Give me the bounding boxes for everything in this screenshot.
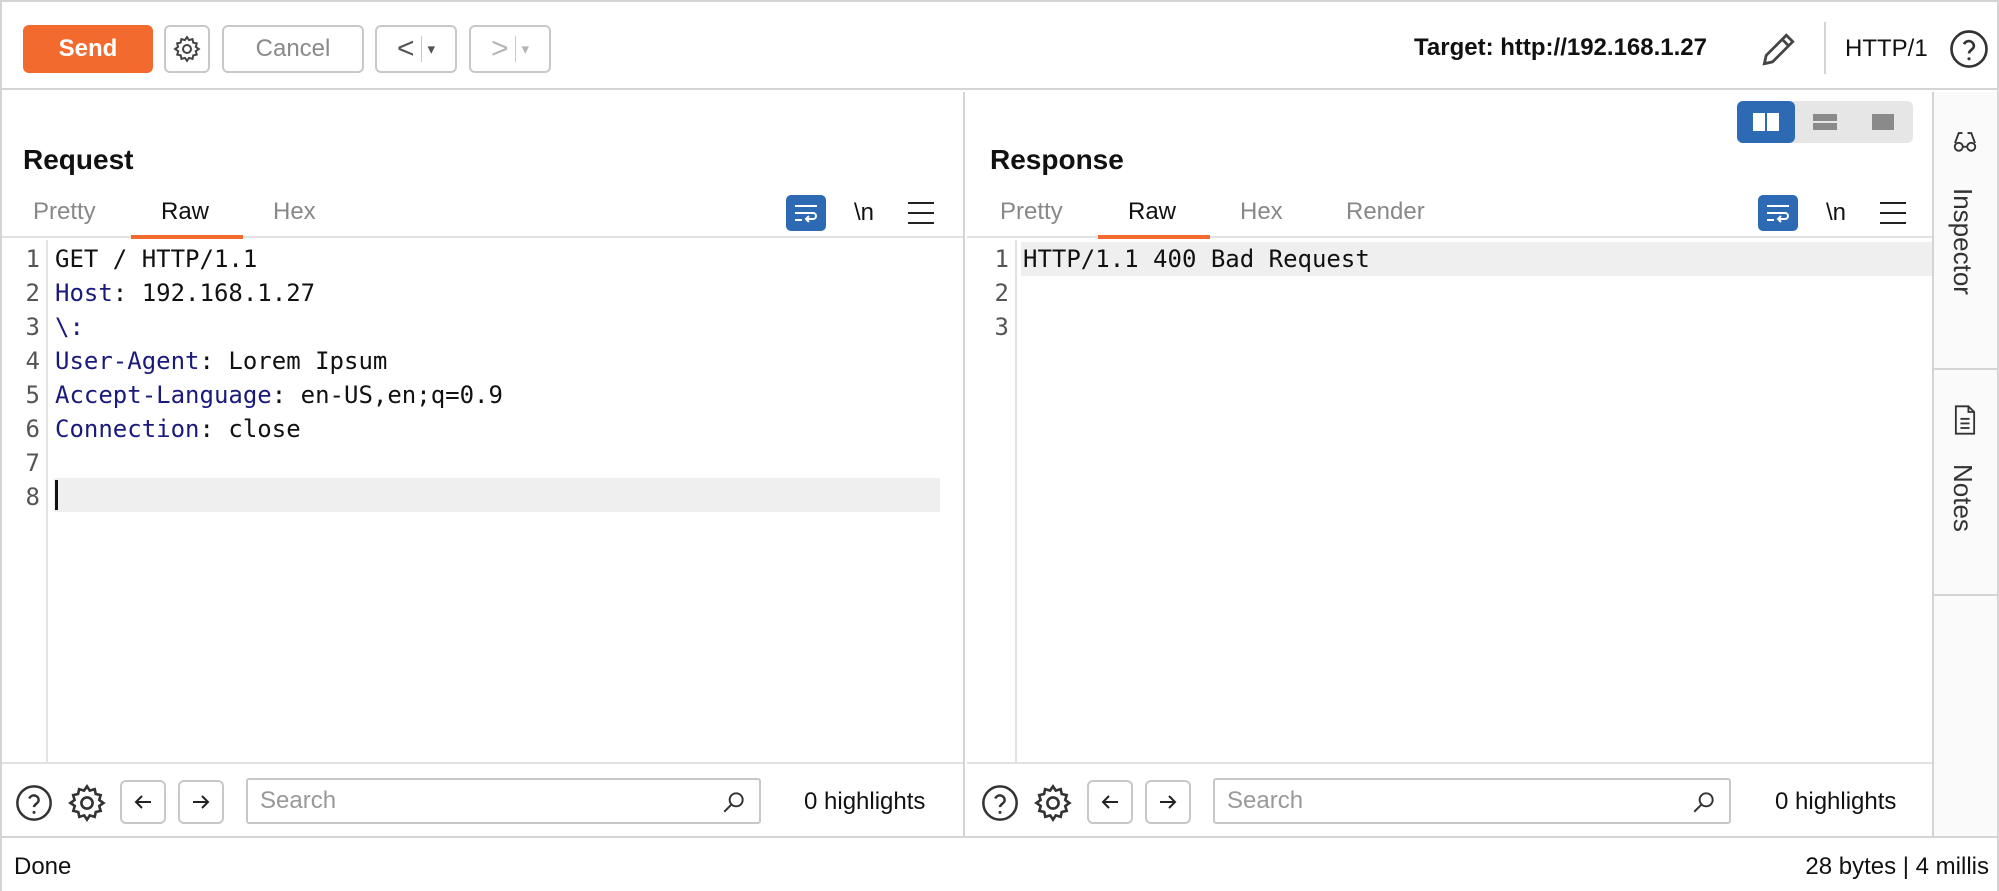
code-line: 1 HTTP/1.1 400 Bad Request	[994, 245, 1370, 273]
code-line: 5 Accept-Language: en-US,en;q=0.9	[25, 381, 503, 409]
status-text: Done	[14, 853, 72, 880]
code-line: 3 \:	[25, 313, 84, 341]
request-panel: Request Pretty Raw Hex \n 1 GET / HTTP/1.…	[2, 92, 965, 836]
single-pane-icon	[1872, 114, 1894, 130]
single-pane-button[interactable]	[1854, 101, 1912, 143]
tab-pretty[interactable]: Pretty	[1000, 198, 1063, 226]
divider	[514, 36, 516, 62]
request-editor[interactable]: 1 GET / HTTP/1.1 2 Host: 192.168.1.27 3 \: …	[2, 240, 963, 762]
editor-tools: \n	[1758, 192, 1907, 234]
response-editor[interactable]: 1 HTTP/1.1 400 Bad Request 2 3	[967, 240, 1965, 762]
columns-icon	[1753, 113, 1779, 131]
settings-button[interactable]	[164, 25, 210, 73]
response-title: Response	[990, 144, 1124, 175]
gear-icon[interactable]	[1032, 782, 1074, 824]
search-icon	[723, 792, 744, 813]
search-input[interactable]	[1227, 786, 1639, 816]
help-icon[interactable]	[14, 783, 54, 823]
response-panel: Response Pretty Raw Hex Render \n 1 HTTP/…	[967, 92, 1965, 836]
search-field[interactable]	[246, 778, 761, 824]
inspector-sidebar: Inspector Notes	[1932, 92, 1997, 836]
http-version-toggle[interactable]: HTTP/1	[1845, 35, 1928, 63]
notes-icon	[1954, 405, 1976, 435]
caret-down-icon[interactable]: ▾	[522, 40, 530, 58]
divider	[420, 36, 422, 62]
show-newlines-button[interactable]: \n	[854, 199, 874, 227]
gear-icon[interactable]	[66, 782, 108, 824]
inspector-tab[interactable]: Inspector	[1934, 92, 1997, 370]
wrap-lines-button[interactable]	[1758, 195, 1798, 231]
code-line: 8	[25, 483, 40, 511]
code-line: 7	[25, 449, 40, 477]
tab-raw[interactable]: Raw	[161, 198, 209, 226]
arrow-left-icon	[1101, 795, 1118, 809]
search-input[interactable]	[260, 786, 669, 816]
repeater-window: Send Cancel < ▾ > ▾ Target: http://192.1…	[0, 0, 1999, 891]
status-bar: Done 28 bytes | 4 millis	[2, 836, 1997, 891]
chevron-left-icon: <	[396, 32, 415, 65]
tab-hex[interactable]: Hex	[273, 198, 316, 226]
request-title: Request	[23, 144, 134, 175]
tab-raw[interactable]: Raw	[1128, 198, 1176, 226]
wrap-icon	[795, 205, 817, 223]
gear-icon	[173, 35, 201, 63]
code-line: 6 Connection: close	[25, 415, 301, 443]
toolbar: Send Cancel < ▾ > ▾ Target: http://192.1…	[2, 2, 1997, 90]
code-line: 2	[994, 279, 1009, 307]
menu-icon[interactable]	[908, 202, 935, 224]
target-label: Target: http://192.168.1.27	[1414, 34, 1707, 61]
pencil-icon[interactable]	[1757, 27, 1801, 71]
highlights-count: 0 highlights	[1775, 788, 1897, 815]
arrow-left-icon	[134, 795, 151, 809]
chevron-right-icon: >	[490, 32, 509, 65]
code-line: 4 User-Agent: Lorem Ipsum	[25, 347, 388, 375]
next-match-button[interactable]	[1145, 780, 1191, 824]
cancel-button[interactable]: Cancel	[222, 25, 364, 73]
menu-icon[interactable]	[1880, 202, 1907, 224]
highlights-count: 0 highlights	[804, 788, 926, 815]
response-tabs: Pretty Raw Hex Render \n	[967, 192, 1932, 239]
layout-toggle	[1737, 101, 1913, 143]
divider	[1824, 22, 1826, 74]
tab-pretty[interactable]: Pretty	[33, 198, 96, 226]
arrow-right-icon	[193, 795, 210, 809]
editor-tools: \n	[786, 192, 935, 234]
previous-match-button[interactable]	[120, 780, 166, 824]
history-forward-button[interactable]: > ▾	[469, 25, 551, 73]
active-tab-indicator	[1098, 235, 1210, 239]
code-line: 1 GET / HTTP/1.1	[25, 245, 258, 273]
help-icon[interactable]	[980, 783, 1020, 823]
request-tabs: Pretty Raw Hex \n	[2, 192, 963, 239]
response-search-bar: 0 highlights	[967, 762, 1932, 836]
split-rows-button[interactable]	[1796, 101, 1854, 143]
active-tab-indicator	[131, 235, 243, 239]
next-match-button[interactable]	[178, 780, 224, 824]
previous-match-button[interactable]	[1087, 780, 1133, 824]
wrap-lines-button[interactable]	[786, 195, 826, 231]
wrap-icon	[1767, 205, 1789, 223]
history-back-button[interactable]: < ▾	[375, 25, 457, 73]
tab-render[interactable]: Render	[1346, 198, 1425, 226]
arrow-right-icon	[1160, 795, 1177, 809]
response-stats: 28 bytes | 4 millis	[1805, 853, 1989, 880]
help-icon[interactable]	[1948, 28, 1990, 70]
caret-down-icon[interactable]: ▾	[428, 40, 436, 58]
split-columns-button[interactable]	[1737, 101, 1795, 143]
notes-label: Notes	[1948, 464, 1978, 532]
text-cursor	[55, 480, 58, 510]
search-icon	[1693, 792, 1714, 813]
code-line: 3	[994, 313, 1009, 341]
show-newlines-button[interactable]: \n	[1826, 199, 1846, 227]
request-search-bar: 0 highlights	[2, 762, 963, 836]
tab-hex[interactable]: Hex	[1240, 198, 1283, 226]
inspector-label: Inspector	[1948, 188, 1978, 295]
rows-icon	[1813, 114, 1837, 130]
search-field[interactable]	[1213, 778, 1731, 824]
inspector-icon	[1953, 132, 1977, 152]
send-button[interactable]: Send	[23, 25, 153, 73]
notes-tab[interactable]: Notes	[1934, 370, 1997, 596]
code-line: 2 Host: 192.168.1.27	[25, 279, 316, 307]
